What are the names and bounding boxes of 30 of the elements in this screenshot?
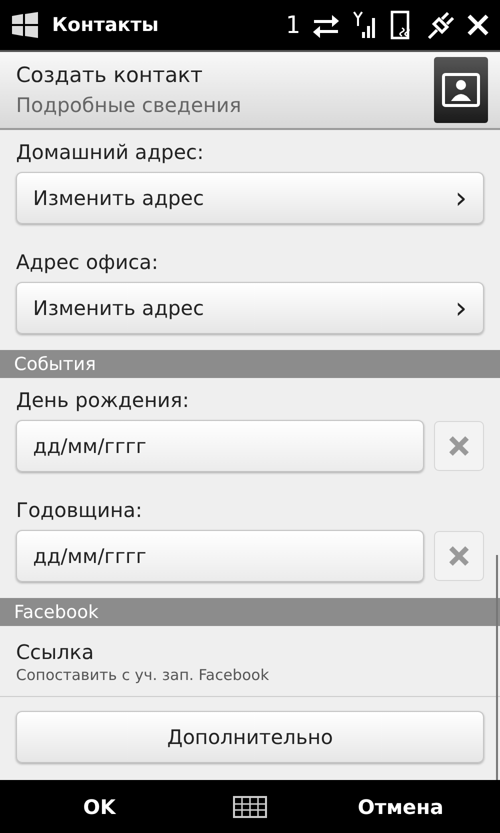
close-icon <box>448 545 470 567</box>
app-title: Контакты <box>52 14 160 36</box>
plug-icon <box>426 10 454 40</box>
field-label: Домашний адрес: <box>16 140 205 164</box>
date-field[interactable]: дд/мм/гггг <box>16 420 424 472</box>
windows-logo-icon[interactable] <box>10 12 40 38</box>
keyboard-icon[interactable] <box>232 796 267 818</box>
edit-address-button[interactable]: Изменить адрес › <box>16 172 484 224</box>
more-button[interactable]: Дополнительно <box>16 711 484 763</box>
page-title: Создать контакт <box>16 63 204 87</box>
field-label: День рождения: <box>16 388 190 412</box>
field-label: Адрес офиса: <box>16 250 160 274</box>
clear-button[interactable] <box>434 421 484 471</box>
sync-arrows-icon <box>312 12 340 38</box>
ok-softkey[interactable]: OK <box>34 794 164 820</box>
field-label: Годовщина: <box>16 498 144 522</box>
signal-icon <box>352 10 378 40</box>
contact-photo-button[interactable] <box>434 57 488 123</box>
edit-address-button[interactable]: Изменить адрес › <box>16 282 484 334</box>
date-field[interactable]: дд/мм/гггг <box>16 530 424 582</box>
close-icon <box>448 435 470 457</box>
page-subtitle: Подробные сведения <box>16 93 242 117</box>
section-header: Facebook <box>0 598 500 626</box>
cancel-softkey[interactable]: Отмена <box>336 794 466 820</box>
close-icon[interactable] <box>466 13 490 37</box>
notification-count[interactable]: 1 <box>286 11 300 39</box>
contact-card-icon <box>442 73 480 107</box>
scrollbar[interactable] <box>496 555 498 780</box>
clear-button[interactable] <box>434 531 484 581</box>
section-header: События <box>0 350 500 378</box>
